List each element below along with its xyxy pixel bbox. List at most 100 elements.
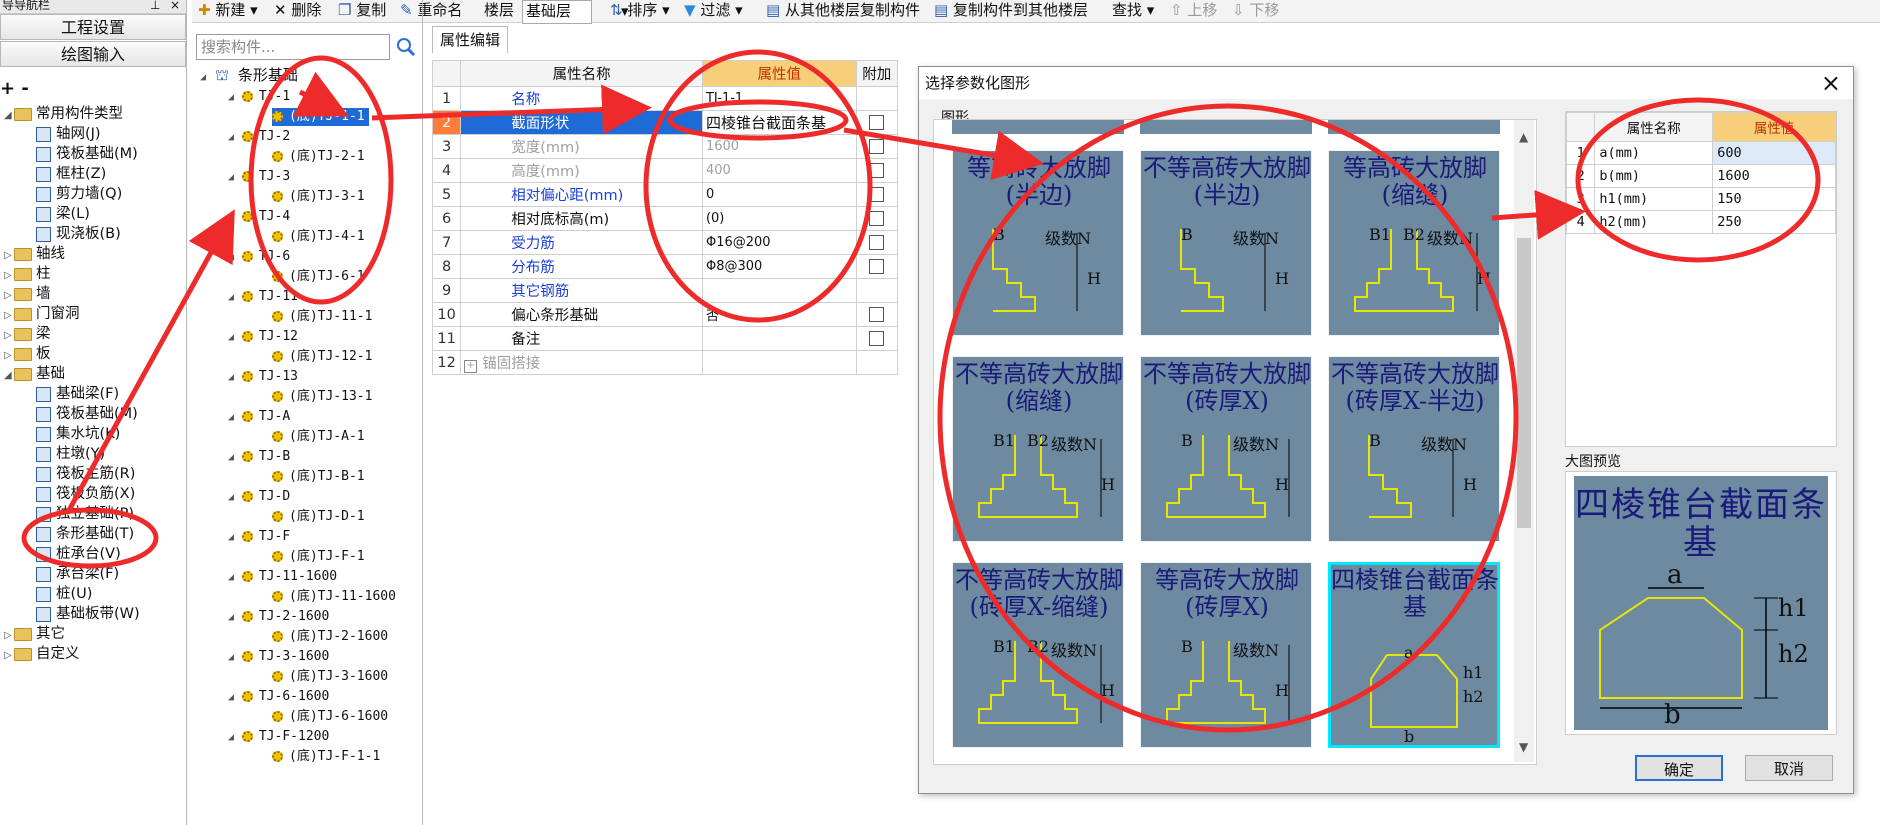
scroll-up-icon[interactable]: ▲ bbox=[1519, 130, 1528, 144]
component-group[interactable]: ◢ TJ-2 bbox=[228, 128, 290, 146]
expand-icon[interactable]: + bbox=[464, 360, 478, 373]
property-row[interactable]: 1 名称 TJ-1-1 bbox=[431, 86, 899, 111]
expand-icon[interactable]: ▷ bbox=[4, 626, 14, 646]
shape-tile[interactable]: 不等高砖大放脚(砖厚X-缩缝) B1 B2 级数N H bbox=[952, 562, 1124, 748]
property-value[interactable]: 400 bbox=[701, 158, 857, 183]
attach-checkbox[interactable] bbox=[869, 235, 885, 250]
component-item[interactable]: (底)TJ-11-1 bbox=[272, 308, 372, 326]
nav-item[interactable]: 独立基础(P) bbox=[36, 504, 134, 524]
nav-item[interactable]: 条形基础(T) bbox=[36, 524, 134, 544]
nav-item[interactable]: 承台梁(F) bbox=[36, 564, 119, 584]
attach-checkbox[interactable] bbox=[869, 307, 885, 322]
collapse-icon[interactable]: ◢ bbox=[228, 532, 234, 543]
component-item[interactable]: (底)TJ-6-1600 bbox=[272, 708, 388, 726]
attach-cell[interactable] bbox=[855, 182, 899, 207]
collapse-icon[interactable]: ◢ bbox=[228, 652, 234, 663]
shape-tile[interactable]: 等高砖大放脚(缩缝) B1 B2 级数N H bbox=[1328, 150, 1500, 336]
nav-group[interactable]: ▷ 梁 bbox=[4, 324, 51, 344]
component-group[interactable]: ◢ TJ-F bbox=[228, 528, 290, 546]
component-item[interactable]: (底)TJ-3-1600 bbox=[272, 668, 388, 686]
component-item[interactable]: (底)TJ-B-1 bbox=[272, 468, 365, 486]
collapse-icon[interactable]: ◢ bbox=[200, 72, 206, 83]
property-value[interactable]: 1600 bbox=[701, 134, 857, 159]
property-value[interactable]: Φ16@200 bbox=[701, 230, 857, 255]
attach-checkbox[interactable] bbox=[869, 211, 885, 226]
collapse-icon[interactable]: ◢ bbox=[4, 106, 14, 126]
property-value[interactable] bbox=[701, 278, 857, 303]
shape-tile[interactable]: 不等高砖大放脚(砖厚X) B 级数N H bbox=[1140, 356, 1312, 542]
property-row[interactable]: 2 截面形状 四棱锥台截面条基 bbox=[431, 110, 899, 135]
nav-item[interactable]: 筏板负筋(X) bbox=[36, 484, 135, 504]
drawing-input-button[interactable]: 绘图输入 bbox=[0, 41, 186, 67]
property-row[interactable]: 12 + 锚固搭接 bbox=[431, 350, 899, 375]
component-group[interactable]: ◢ TJ-13 bbox=[228, 368, 298, 386]
component-item[interactable]: (底)TJ-A-1 bbox=[272, 428, 365, 446]
expand-icon[interactable]: ▷ bbox=[4, 346, 14, 366]
param-value[interactable]: 1600 bbox=[1712, 164, 1836, 188]
component-item[interactable]: (底)TJ-2-1 bbox=[272, 148, 365, 166]
component-group[interactable]: ◢ TJ-B bbox=[228, 448, 290, 466]
collapse-icon[interactable]: ◢ bbox=[228, 572, 234, 583]
component-item[interactable]: (底)TJ-13-1 bbox=[272, 388, 372, 406]
filter-button[interactable]: ▼ 过滤 ▾ bbox=[684, 0, 743, 22]
property-value[interactable] bbox=[701, 350, 857, 375]
expand-icon[interactable]: ▷ bbox=[4, 246, 14, 266]
component-tree-root[interactable]: ◢ ⛫ 条形基础 bbox=[200, 66, 298, 84]
attach-cell[interactable] bbox=[855, 158, 899, 183]
nav-item[interactable]: 筏板基础(M) bbox=[36, 144, 138, 164]
component-group[interactable]: ◢ TJ-2-1600 bbox=[228, 608, 329, 626]
nav-group[interactable]: ▷ 门窗洞 bbox=[4, 304, 80, 324]
attach-cell[interactable] bbox=[855, 326, 899, 351]
find-button[interactable]: 查找 ▾ bbox=[1112, 0, 1154, 22]
component-group[interactable]: ◢ TJ-11 bbox=[228, 288, 298, 306]
property-row[interactable]: 3 宽度(mm) 1600 bbox=[431, 134, 899, 159]
component-group[interactable]: ◢ TJ-4 bbox=[228, 208, 290, 226]
shape-tile[interactable]: 不等高砖大放脚(半边) B 级数N H bbox=[1140, 150, 1312, 336]
pin-icon[interactable]: ⊥ bbox=[150, 0, 160, 11]
expand-icon[interactable]: ▷ bbox=[4, 266, 14, 286]
attach-cell[interactable] bbox=[855, 110, 899, 135]
nav-group[interactable]: ▷ 板 bbox=[4, 344, 51, 364]
nav-group[interactable]: ▷ 墙 bbox=[4, 284, 51, 304]
search-icon[interactable] bbox=[394, 34, 418, 60]
nav-item[interactable]: 现浇板(B) bbox=[36, 224, 121, 244]
expand-collapse-icons[interactable]: + - bbox=[0, 78, 29, 99]
param-value[interactable]: 250 bbox=[1712, 210, 1836, 234]
property-value[interactable]: 否 bbox=[701, 302, 857, 327]
property-row[interactable]: 10 偏心条形基础否 bbox=[431, 302, 899, 327]
expand-icon[interactable]: ▷ bbox=[4, 326, 14, 346]
attach-checkbox[interactable] bbox=[869, 331, 885, 346]
nav-item[interactable]: 基础板带(W) bbox=[36, 604, 140, 624]
search-input[interactable]: 搜索构件... bbox=[196, 34, 390, 60]
nav-group[interactable]: ▷ 轴线 bbox=[4, 244, 65, 264]
parameter-row[interactable]: 4 h2(mm) 250 bbox=[1565, 210, 1836, 234]
collapse-icon[interactable]: ◢ bbox=[228, 612, 234, 623]
floor-select[interactable]: 基础层 ▾ bbox=[522, 0, 629, 24]
expand-icon[interactable]: ▷ bbox=[4, 306, 14, 326]
property-value[interactable]: Φ8@300 bbox=[701, 254, 857, 279]
attach-checkbox[interactable] bbox=[869, 187, 885, 202]
collapse-icon[interactable]: ◢ bbox=[228, 292, 234, 303]
component-item[interactable]: (底)TJ-4-1 bbox=[272, 228, 365, 246]
component-item[interactable]: (底)TJ-11-1600 bbox=[272, 588, 396, 606]
property-value[interactable] bbox=[701, 326, 857, 351]
component-group[interactable]: ◢ TJ-A bbox=[228, 408, 290, 426]
collapse-icon[interactable]: ◢ bbox=[228, 692, 234, 703]
component-item[interactable]: (底)TJ-F-1 bbox=[272, 548, 365, 566]
collapse-icon[interactable]: ◢ bbox=[228, 372, 234, 383]
shape-tile[interactable]: 等高砖大放脚(砖厚X) B 级数N H bbox=[1140, 562, 1312, 748]
component-item[interactable]: (底)TJ-2-1600 bbox=[272, 628, 388, 646]
property-row[interactable]: 6 相对底标高(m) (0) bbox=[431, 206, 899, 231]
attach-cell[interactable] bbox=[855, 230, 899, 255]
nav-item[interactable]: 集水坑(K) bbox=[36, 424, 120, 444]
move-up-button[interactable]: ⇧ 上移 bbox=[1170, 0, 1217, 22]
component-item[interactable]: (底)TJ-F-1-1 bbox=[272, 748, 380, 766]
component-item[interactable]: (底)TJ-3-1 bbox=[272, 188, 365, 206]
close-icon[interactable]: × bbox=[1821, 67, 1841, 99]
attach-cell[interactable] bbox=[855, 134, 899, 159]
collapse-icon[interactable]: ◢ bbox=[228, 412, 234, 423]
close-icon[interactable]: × bbox=[170, 0, 180, 11]
param-value[interactable]: 600 bbox=[1712, 141, 1836, 165]
shape-tile[interactable]: 等高砖大放脚(半边) B 级数N H bbox=[952, 150, 1124, 336]
collapse-icon[interactable]: ◢ bbox=[228, 492, 234, 503]
